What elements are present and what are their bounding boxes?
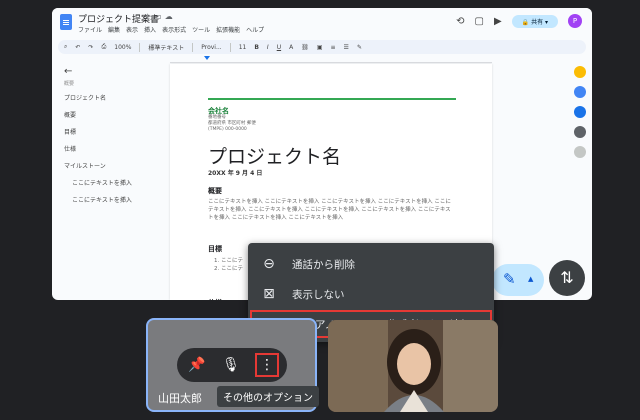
header-rule [208,98,456,100]
list-item: 2. ここにテ [214,266,243,272]
outline-item[interactable]: ここにテキストを挿入 [64,195,154,204]
underline-icon[interactable]: U [277,44,281,51]
overview-heading: 概要 [208,187,222,195]
share-button[interactable]: 🔒 共有 ▾ [511,14,558,28]
menu-extensions[interactable]: 拡張機能 [216,25,240,34]
move-folder-icon[interactable]: ▭ [154,12,165,21]
share-label: 共有 [531,18,544,26]
annotate-pen-icon: ✎ [503,270,516,288]
swap-arrows-button[interactable]: ⇅ [549,260,585,296]
title-icons: ☆▭☁ [144,12,176,21]
calendar-icon[interactable] [574,66,586,78]
back-arrow-icon[interactable]: ← [64,66,154,77]
more-vert-icon: ⋮ [260,357,274,373]
menu-item-label: 通話から削除 [292,258,355,271]
indent-marker[interactable] [204,56,210,60]
toolbar-divider [192,42,194,52]
link-icon[interactable]: ⛓ [301,44,309,51]
list-icon[interactable]: ☰ [344,44,349,51]
toolbar-divider [139,42,141,52]
participant-name: 山田太郎 [158,392,202,405]
menu-tools[interactable]: ツール [192,25,210,34]
bold-icon[interactable]: B [254,44,259,51]
outline-item[interactable]: ここにテキストを挿入 [64,178,154,187]
document-date: 20XX 年 9 月 4 日 [208,170,263,177]
menubar: ファイル 編集 表示 挿入 表示形式 ツール 拡張機能 ヘルプ [78,25,264,34]
text-color-icon[interactable]: A [289,44,293,51]
style-select[interactable]: 標準テキスト [148,43,184,52]
menu-file[interactable]: ファイル [78,25,102,34]
menu-item-remove-from-call[interactable]: ⊖ 通話から削除 [248,250,494,278]
outline-item[interactable]: プロジェクト名 [64,93,154,102]
menu-view[interactable]: 表示 [126,25,138,34]
font-select[interactable]: Provi... [201,44,221,51]
italic-icon[interactable]: I [267,44,269,51]
font-size-input[interactable]: 11 [239,44,247,51]
document-outline: ← 概要 プロジェクト名 概要 目標 仕様 マイルストーン ここにテキストを挿入… [64,66,154,212]
tasks-icon[interactable] [574,106,586,118]
outline-item[interactable]: マイルストーン [64,161,154,170]
top-right-controls: ⟲ ▢ ▶ 🔒 共有 ▾ P [456,14,582,28]
redo-icon[interactable]: ↷ [88,44,93,51]
list-item: 1. ここにテ [214,258,243,264]
address-block: 番地番号 都道府県 市区町村 郵便 (TMPE) 000-0000 [208,115,256,133]
mute-button[interactable]: 🎙 [221,355,241,375]
outline-item[interactable]: 概要 [64,110,154,119]
tooltip: その他のオプション [217,386,319,407]
participant-video [328,320,498,412]
spec-heading: 仕様 [208,298,222,300]
keep-icon[interactable] [574,86,586,98]
comment-icon[interactable]: ▢ [475,16,484,27]
tile-controls: 📌 🎙 ⋮ [177,348,287,382]
goal-heading: 目標 [208,245,222,253]
outline-item[interactable]: 目標 [64,127,154,136]
pin-button[interactable]: 📌 [187,355,207,375]
menu-format[interactable]: 表示形式 [162,25,186,34]
toolbar-divider [229,42,231,52]
menu-insert[interactable]: 挿入 [144,25,156,34]
docs-titlebar: プロジェクト提案書 ☆▭☁ ファイル 編集 表示 挿入 表示形式 ツール 拡張機… [52,8,592,38]
meet-icon[interactable]: ▶ [494,16,502,27]
cloud-icon[interactable]: ☁ [165,12,176,21]
menu-item-hide[interactable]: ⊠ 表示しない [248,280,494,308]
docs-logo-icon[interactable] [60,14,72,30]
formatting-toolbar: ⌕ ↶ ↷ ⎙ 100% 標準テキスト Provi... 11 B I U A … [58,40,586,54]
outline-item[interactable]: 仕様 [64,144,154,153]
search-icon[interactable]: ⌕ [64,43,67,51]
swap-arrows-icon: ⇅ [560,268,574,287]
menu-item-label: 表示しない [292,288,345,301]
zoom-select[interactable]: 100% [114,44,131,51]
image-icon[interactable]: ▣ [317,44,323,51]
overview-text: ここにテキストを挿入 ここにテキストを挿入 ここにテキストを挿入 ここにテキスト… [208,199,451,221]
menu-help[interactable]: ヘルプ [246,25,264,34]
remove-circle-icon: ⊖ [263,256,275,272]
pin-icon: 📌 [188,357,206,373]
address-line: (TMPE) 000-0000 [208,127,247,132]
project-title: プロジェクト名 [208,146,342,168]
ruler [170,56,492,63]
undo-icon[interactable]: ↶ [75,44,80,51]
avatar[interactable]: P [568,14,582,28]
outline-heading: 概要 [64,81,75,87]
annotation-tool-button[interactable]: ✎ ▲ [492,264,544,296]
microphone-icon: 🎙 [222,357,240,373]
video-off-icon: ⊠ [263,286,275,302]
goal-list: 1. ここにテ 2. ここにテ [214,257,243,273]
participant-tile-other[interactable] [328,320,498,412]
caret-up-icon: ▲ [528,275,534,283]
align-icon[interactable]: ≡ [331,44,336,51]
menu-edit[interactable]: 編集 [108,25,120,34]
print-icon[interactable]: ⎙ [101,43,106,51]
more-options-button[interactable]: ⋮ [255,353,279,377]
history-icon[interactable]: ⟲ [456,16,464,27]
contacts-icon[interactable] [574,126,586,138]
add-addon-icon[interactable] [574,146,586,158]
star-icon[interactable]: ☆ [144,12,154,21]
edit-mode-icon[interactable]: ✎ [357,44,362,51]
